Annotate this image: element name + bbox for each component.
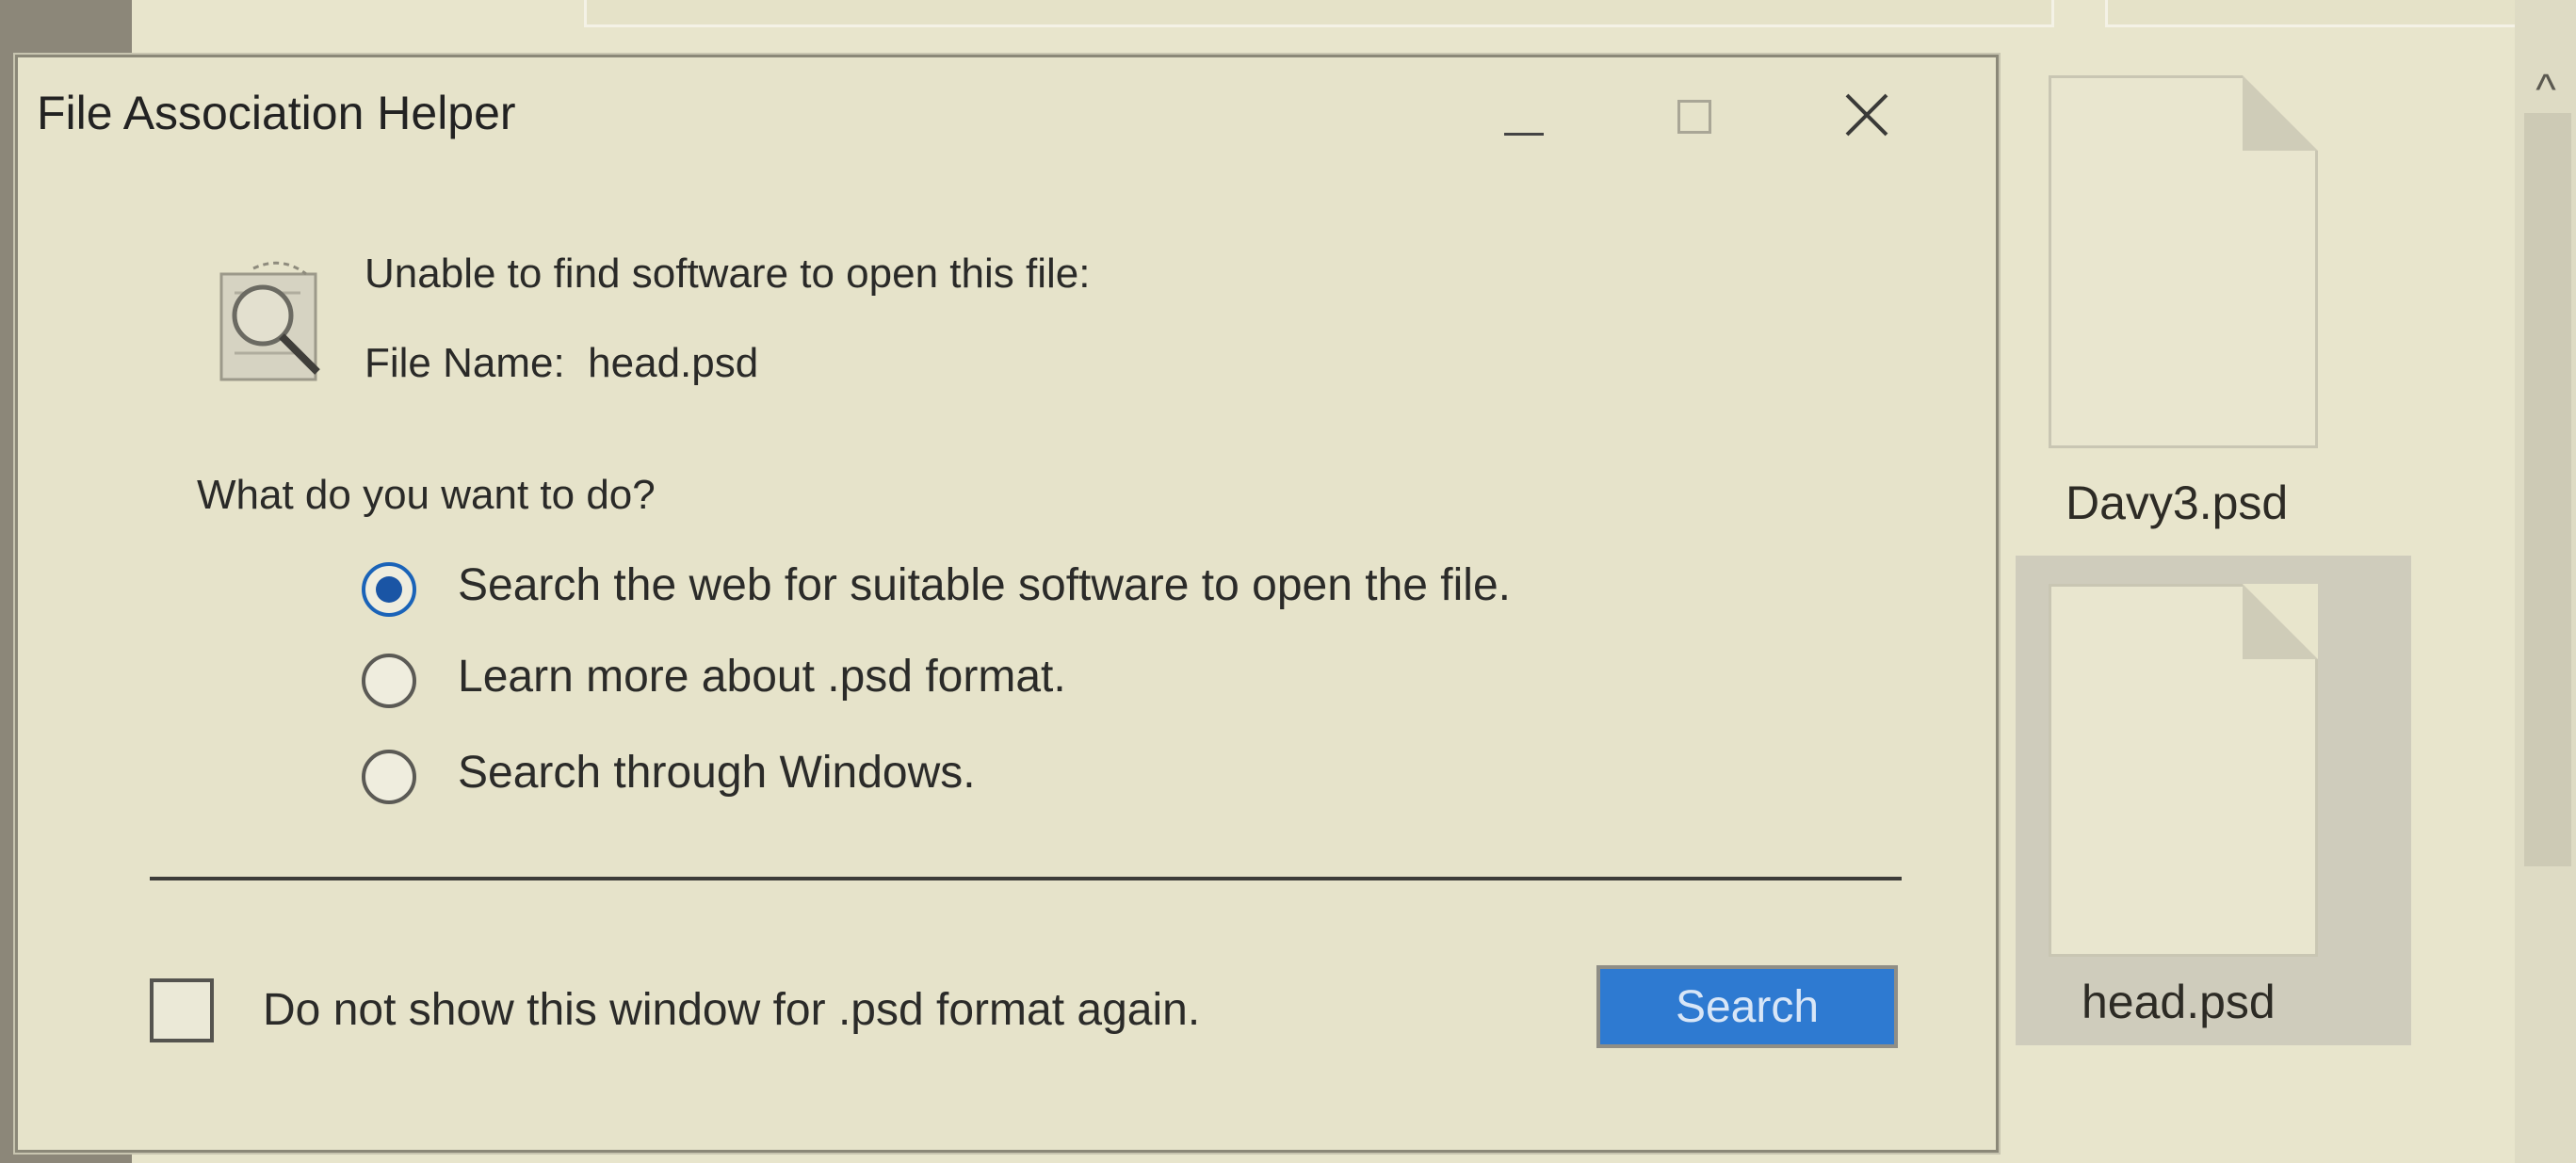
chevron-up-icon[interactable]: ^ [2522,66,2569,113]
radio-label[interactable]: Learn more about .psd format. [458,651,1066,703]
close-button[interactable] [1807,76,1920,161]
file-name-row: File Name: head.psd [365,340,758,387]
dont-show-again-checkbox[interactable] [150,978,214,1042]
psd-file-icon[interactable] [2049,584,2318,957]
file-name-value: head.psd [588,340,759,386]
close-icon [1845,93,1888,137]
minimize-button[interactable] [1468,76,1581,161]
radio-button[interactable] [362,654,416,708]
file-name-label: File Name: [365,340,565,386]
search-button[interactable]: Search [1596,965,1898,1048]
radio-button[interactable] [362,562,416,617]
file-label[interactable]: Davy3.psd [2066,476,2288,530]
radio-button[interactable] [362,750,416,804]
radio-label[interactable]: Search through Windows. [458,747,976,799]
explorer-top-field [584,0,2054,27]
file-association-dialog: File Association Helper Unable to find s… [15,55,1999,1153]
psd-file-icon[interactable] [2049,75,2318,448]
scrollbar-thumb[interactable] [2524,113,2571,866]
explorer-search-field[interactable] [2105,0,2525,27]
file-label[interactable]: head.psd [2082,975,2276,1029]
error-message: Unable to find software to open this fil… [365,250,1091,297]
dialog-title: File Association Helper [37,87,516,139]
search-magnifier-icon [216,255,338,387]
checkbox-label[interactable]: Do not show this window for .psd format … [263,984,1200,1036]
radio-label[interactable]: Search the web for suitable software to … [458,559,1511,611]
title-bar[interactable]: File Association Helper [18,57,1996,180]
question-text: What do you want to do? [197,472,656,518]
divider [150,877,1902,880]
maximize-button[interactable] [1638,76,1751,161]
